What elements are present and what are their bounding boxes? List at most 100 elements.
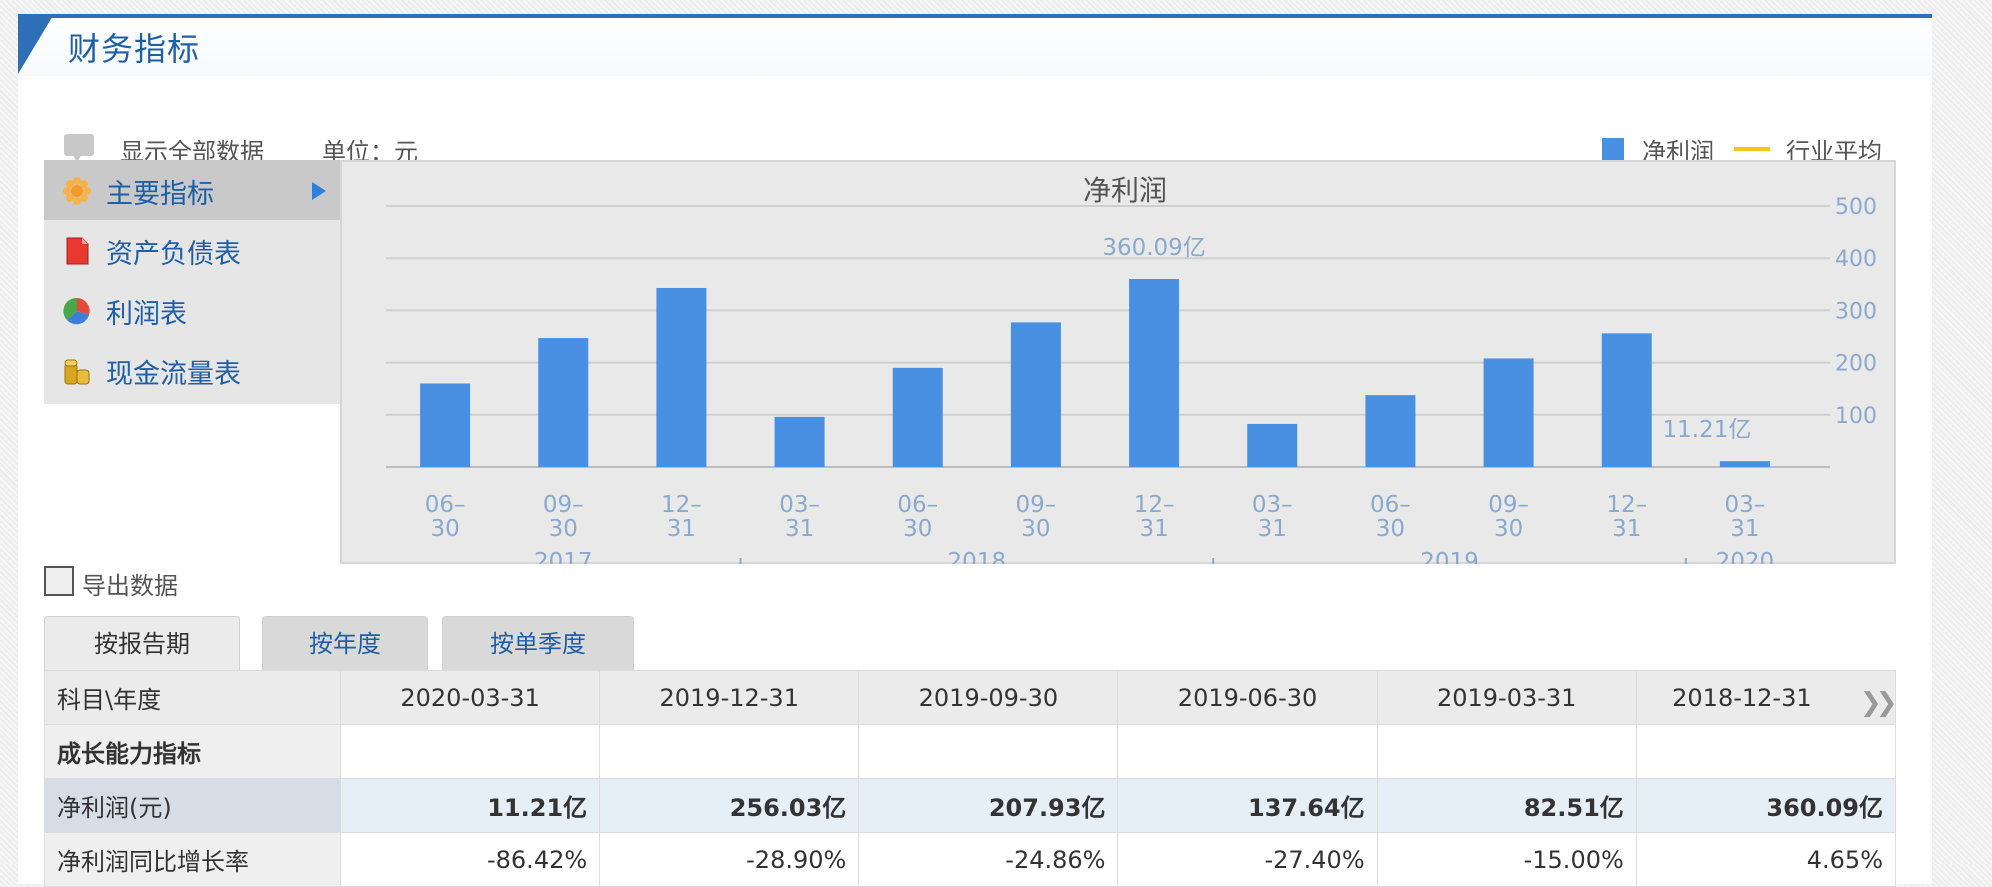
bar — [1247, 423, 1298, 467]
indicator-side-menu: 主要指标 资产负债表 利润表 现金流量表 — [44, 160, 340, 404]
bar — [892, 367, 943, 467]
speech-bubble-icon[interactable] — [64, 134, 94, 162]
table-cell: 207.93亿 — [858, 778, 1119, 833]
x-tick-label: 06– — [425, 492, 466, 518]
x-tick-label: 31 — [667, 516, 696, 542]
bar — [1365, 395, 1416, 467]
table-cell: 11.21亿 — [339, 778, 601, 833]
year-label: 2018 — [948, 549, 1007, 564]
y-tick-label: 200 — [1835, 352, 1877, 377]
table-cell — [599, 724, 860, 779]
data-label: 11.21亿 — [1662, 417, 1751, 443]
menu-item-label: 资产负债表 — [106, 239, 241, 270]
table-row: 成长能力指标 — [44, 724, 1897, 779]
column-header: 2019-06-30 — [1117, 670, 1378, 725]
y-tick-label: 300 — [1835, 299, 1877, 324]
y-tick-label: 100 — [1835, 404, 1877, 429]
legend-average-swatch — [1734, 147, 1770, 151]
table-cell: 82.51亿 — [1376, 778, 1637, 833]
bar — [774, 416, 825, 467]
tab-by-report-period[interactable]: 按报告期 — [44, 616, 240, 670]
table-row: 净利润同比增长率 -86.42% -28.90% -24.86% -27.40%… — [44, 832, 1897, 887]
bar — [538, 338, 589, 467]
column-header: 2018-12-31 — [1635, 670, 1897, 725]
pie-chart-icon — [63, 297, 90, 325]
x-tick-label: 31 — [1139, 516, 1168, 542]
panel-top-border — [18, 14, 1932, 18]
x-tick-label: 31 — [1258, 516, 1287, 542]
export-data-button[interactable]: 导出数据 — [82, 566, 178, 601]
x-tick-label: 12– — [1134, 492, 1175, 518]
table-row: 净利润(元) 11.21亿 256.03亿 207.93亿 137.64亿 82… — [44, 778, 1897, 833]
asterisk-flower-icon — [63, 177, 91, 205]
menu-item-main-indicators[interactable]: 主要指标 — [44, 160, 340, 220]
table-cell: -28.90% — [599, 832, 860, 887]
table-cell: 4.65% — [1635, 832, 1897, 887]
year-label: 2019 — [1420, 549, 1479, 564]
table-cell: 137.64亿 — [1117, 778, 1378, 833]
table-cell: 256.03亿 — [599, 778, 860, 833]
table-header-row: 科目\年度 2020-03-31 2019-12-31 2019-09-30 2… — [44, 670, 1897, 725]
x-tick-label: 09– — [1016, 492, 1057, 518]
x-tick-label: 31 — [1730, 516, 1759, 542]
bar — [1010, 322, 1061, 467]
column-header: 2019-03-31 — [1376, 670, 1637, 725]
row-label: 净利润(元) — [44, 778, 341, 833]
menu-item-label: 利润表 — [106, 299, 187, 330]
corner-header: 科目\年度 — [44, 670, 341, 725]
x-tick-label: 03– — [1252, 492, 1293, 518]
export-excel-icon[interactable] — [44, 566, 74, 596]
row-label: 成长能力指标 — [44, 724, 341, 779]
table-cell: 360.09亿 — [1635, 778, 1897, 833]
chart-bars — [420, 279, 1770, 467]
x-tick-label: 30 — [549, 516, 578, 542]
menu-item-label: 主要指标 — [106, 179, 214, 210]
x-tick-label: 30 — [1376, 516, 1405, 542]
bar — [420, 383, 471, 467]
x-tick-label: 12– — [661, 492, 702, 518]
financial-table: 科目\年度 2020-03-31 2019-12-31 2019-09-30 2… — [44, 670, 1897, 887]
column-header: 2020-03-31 — [339, 670, 601, 725]
year-label: 2017 — [534, 549, 593, 564]
bar — [1483, 358, 1534, 467]
column-header: 2019-12-31 — [599, 670, 860, 725]
table-cell: -15.00% — [1376, 832, 1637, 887]
row-label: 净利润同比增长率 — [44, 832, 341, 887]
table-cell: -24.86% — [858, 832, 1119, 887]
table-cell: -86.42% — [339, 832, 601, 887]
x-tick-label: 30 — [903, 516, 932, 542]
triangle-right-icon — [312, 182, 326, 200]
red-document-icon — [66, 237, 89, 265]
tab-by-year[interactable]: 按年度 — [262, 616, 428, 670]
column-header: 2019-09-30 — [858, 670, 1119, 725]
x-tick-label: 12– — [1606, 492, 1647, 518]
panel-title: 财务指标 — [68, 30, 201, 68]
bar — [1601, 333, 1652, 467]
table-cell — [1635, 724, 1897, 779]
bar — [1129, 279, 1180, 467]
x-tick-label: 30 — [1021, 516, 1050, 542]
legend-series-swatch — [1602, 138, 1624, 160]
menu-item-balance-sheet[interactable]: 资产负债表 — [44, 220, 340, 280]
data-label: 360.09亿 — [1102, 235, 1205, 261]
menu-item-label: 现金流量表 — [106, 359, 241, 390]
x-tick-label: 30 — [430, 516, 459, 542]
x-tick-label: 03– — [779, 492, 820, 518]
panel-corner-accent — [18, 14, 54, 74]
chart-title: 净利润 — [1083, 174, 1167, 207]
table-cell: -27.40% — [1117, 832, 1378, 887]
x-tick-label: 06– — [1370, 492, 1411, 518]
table-cell — [339, 724, 601, 779]
chart-labels: 06–3009–3012–3103–3106–3009–3012–3103–31… — [425, 235, 1774, 564]
tab-by-quarter[interactable]: 按单季度 — [442, 616, 634, 670]
menu-item-cash-flow[interactable]: 现金流量表 — [44, 340, 340, 400]
coin-stack-icon — [64, 359, 90, 385]
bar — [656, 287, 707, 467]
net-profit-chart: 净利润 100200300400500 06–3009–3012–3103–31… — [386, 174, 1877, 564]
table-cell — [1117, 724, 1378, 779]
y-tick-label: 500 — [1835, 195, 1877, 220]
x-tick-label: 31 — [1612, 516, 1641, 542]
double-chevron-right-icon[interactable]: ❯❯ — [1860, 688, 1897, 718]
menu-item-income-statement[interactable]: 利润表 — [44, 280, 340, 340]
x-tick-label: 31 — [785, 516, 814, 542]
